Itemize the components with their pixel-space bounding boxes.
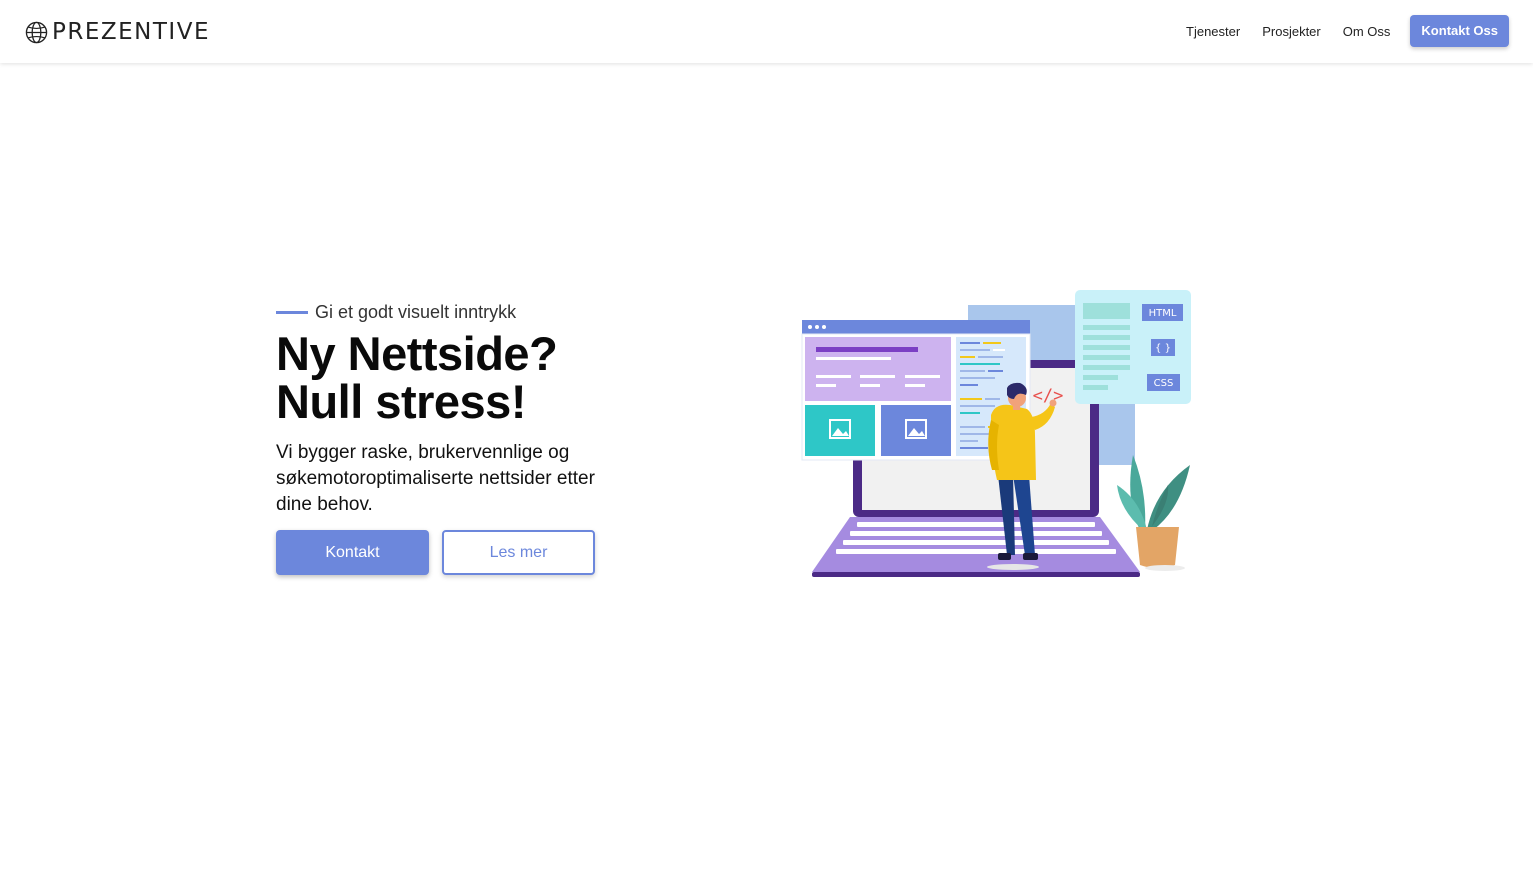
navbar: PREZENTIVE Tjenester Prosjekter Om Oss K… xyxy=(0,0,1533,63)
nav-menu: Tjenester Prosjekter Om Oss Kontakt Oss xyxy=(1164,15,1509,47)
contact-button[interactable]: Kontakt xyxy=(276,530,429,575)
hero-headline: Ny Nettside? Null stress! xyxy=(276,330,656,426)
nav-link-tjenester[interactable]: Tjenester xyxy=(1186,24,1240,39)
code-symbol: </> xyxy=(1033,386,1064,406)
headline-line-2: Null stress! xyxy=(276,375,526,428)
globe-icon xyxy=(25,21,48,43)
hero-buttons: Kontakt Les mer xyxy=(276,530,656,575)
brand-logo[interactable]: PREZENTIVE xyxy=(25,19,210,45)
hero-section: Gi et godt visuelt inntrykk Ny Nettside?… xyxy=(276,300,656,575)
eyebrow-text: Gi et godt visuelt inntrykk xyxy=(315,301,517,322)
braces-tag: { } xyxy=(1155,343,1171,354)
html-tag: HTML xyxy=(1149,308,1177,319)
hero-description: Vi bygger raske, brukervennlige og søkem… xyxy=(276,442,595,515)
read-more-button[interactable]: Les mer xyxy=(442,530,595,575)
contact-us-button[interactable]: Kontakt Oss xyxy=(1410,15,1509,47)
headline-line-1: Ny Nettside? xyxy=(276,327,558,380)
nav-link-om-oss[interactable]: Om Oss xyxy=(1343,24,1391,39)
eyebrow-dash xyxy=(276,310,308,314)
nav-link-prosjekter[interactable]: Prosjekter xyxy=(1262,24,1321,39)
hero-illustration: HTML { } CSS </> xyxy=(801,290,1191,577)
hero-eyebrow: Gi et godt visuelt inntrykk xyxy=(276,300,656,324)
brand-name: PREZENTIVE xyxy=(52,19,210,45)
css-tag: CSS xyxy=(1154,378,1174,389)
